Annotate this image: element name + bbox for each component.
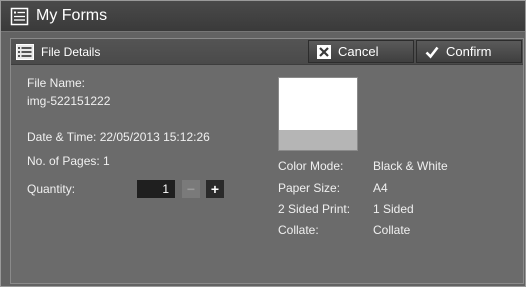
list-icon [16, 44, 34, 60]
file-name-label: File Name: [27, 76, 86, 90]
title-bar: My Forms [1, 1, 525, 32]
window-title: My Forms [36, 7, 108, 24]
sided-print-value: 1 Sided [373, 202, 414, 216]
file-details-panel: File Details Cancel Confirm File Name: i… [10, 38, 524, 284]
quantity-decrease-button[interactable]: − [182, 180, 200, 198]
color-mode-value: Black & White [373, 159, 448, 173]
sided-print-label: 2 Sided Print: [278, 202, 351, 216]
pages-text: No. of Pages: 1 [27, 154, 110, 168]
quantity-input[interactable] [137, 180, 175, 198]
close-icon [317, 45, 331, 59]
collate-value: Collate [373, 223, 411, 237]
window: My Forms File Details Cancel Confirm Fil… [0, 0, 526, 287]
confirm-button[interactable]: Confirm [416, 40, 522, 63]
color-mode-label: Color Mode: [278, 159, 344, 173]
paper-size-label: Paper Size: [278, 181, 341, 195]
date-time-text: Date & Time: 22/05/2013 15:12:26 [27, 130, 210, 144]
thumbnail-paper [279, 78, 357, 130]
cancel-button[interactable]: Cancel [308, 40, 414, 63]
checkmark-icon [425, 46, 439, 59]
cancel-label: Cancel [338, 44, 379, 59]
quantity-increase-button[interactable]: + [206, 180, 224, 198]
file-details-header: File Details Cancel Confirm [11, 39, 523, 65]
collate-label: Collate: [278, 223, 319, 237]
document-icon [10, 7, 29, 26]
page-thumbnail [278, 77, 358, 151]
quantity-label: Quantity: [27, 182, 76, 196]
thumbnail-shade [279, 130, 357, 150]
confirm-label: Confirm [446, 44, 492, 59]
file-details-title: File Details [41, 45, 101, 59]
file-name-value: img-522151222 [27, 94, 111, 108]
paper-size-value: A4 [373, 181, 388, 195]
